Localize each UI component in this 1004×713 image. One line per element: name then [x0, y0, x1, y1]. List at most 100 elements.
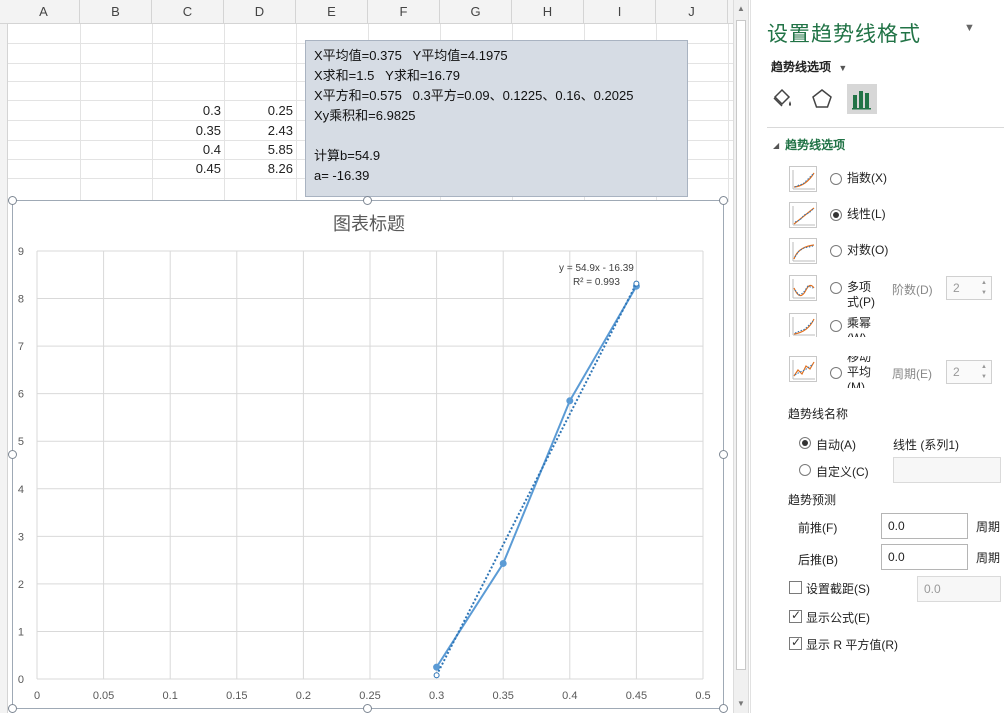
fill-line-tab[interactable] [767, 84, 797, 114]
text-line: 计算b=54.9 [314, 148, 381, 163]
option-power[interactable]: 乘幂(W) [789, 313, 1004, 337]
pane-options-chevron-icon[interactable]: ▼ [964, 22, 975, 34]
scroll-up-icon[interactable]: ▲ [734, 2, 748, 16]
radio-exponential[interactable] [830, 173, 842, 185]
logarithmic-trend-icon [789, 238, 817, 264]
radio-moving-average[interactable] [830, 367, 842, 379]
y-tick-label: 2 [18, 579, 24, 591]
cell-c2[interactable]: 0.35 [152, 121, 224, 141]
vertical-scrollbar[interactable]: ▲ ▼ [733, 0, 749, 713]
column-header-j[interactable]: J [656, 0, 728, 24]
radio-auto-name[interactable] [799, 437, 811, 449]
chart-plot-area[interactable]: 0 0.05 0.1 0.15 0.2 0.25 0.3 0.35 0.4 0.45 0.5 0 1 2 3… [13, 201, 725, 710]
option-moving-average[interactable]: 移动平均(M) 周期(E) 2 ▲ ▼ [789, 356, 1004, 388]
cell-d3[interactable]: 5.85 [224, 140, 296, 160]
resize-handle[interactable] [363, 196, 372, 205]
column-header-a[interactable]: A [8, 0, 80, 24]
resize-handle[interactable] [8, 450, 17, 459]
y-tick-label: 8 [18, 294, 24, 306]
resize-handle[interactable] [719, 196, 728, 205]
chevron-down-icon: ▼ [838, 63, 848, 73]
resize-handle[interactable] [719, 704, 728, 713]
text-line: X平方和=0.575 0.3平方=0.09、0.1225、0.16、0.2025 [314, 88, 634, 103]
cell-d1[interactable]: 0.25 [224, 101, 296, 121]
forecast-heading: 趋势预测 [788, 493, 837, 507]
trendline-r-squared-label[interactable]: R² = 0.993 [573, 277, 620, 288]
trendline-equation-label[interactable]: y = 54.9x - 16.39 [559, 263, 634, 274]
column-header-f[interactable]: F [368, 0, 440, 24]
auto-name-value: 线性 (系列1) [893, 438, 960, 452]
period-value: 2 [953, 365, 960, 379]
y-tick-label: 7 [18, 341, 24, 353]
column-header-d[interactable]: D [224, 0, 296, 24]
option-polynomial[interactable]: 多项式(P) 阶数(D) 2 ▲ ▼ [789, 275, 1004, 309]
row-header-strip[interactable] [0, 24, 8, 713]
linear-trend-icon [789, 202, 817, 228]
effects-tab[interactable] [807, 84, 837, 114]
x-tick-label: 0 [34, 690, 40, 702]
period-stepper[interactable]: 2 ▲ ▼ [946, 360, 992, 384]
column-header-e[interactable]: E [296, 0, 368, 24]
text-line: a= -16.39 [314, 168, 370, 183]
section-trendline-options[interactable]: ◢ 趋势线选项 [773, 136, 845, 153]
x-tick-label: 0.45 [626, 690, 647, 702]
cell-c1[interactable]: 0.3 [152, 101, 224, 121]
option-label: 线性(L) [847, 207, 886, 221]
x-tick-label: 0.25 [359, 690, 380, 702]
resize-handle[interactable] [8, 196, 17, 205]
linear-trendline[interactable] [435, 283, 638, 676]
spreadsheet[interactable]: A B C D E F G H I J 0.3 0.25 0.35 2.43 0… [0, 0, 733, 713]
forward-input[interactable]: 0.0 [881, 513, 968, 539]
text-line: Xy乘积和=6.9825 [314, 108, 416, 123]
y-tick-label: 6 [18, 389, 24, 401]
stepper-arrows-icon[interactable]: ▲ ▼ [981, 362, 989, 382]
trendline-options-tab[interactable] [847, 84, 877, 114]
stepper-arrows-icon[interactable]: ▲ ▼ [981, 278, 989, 298]
show-r-squared-checkbox[interactable] [789, 635, 802, 650]
option-label: 对数(O) [847, 243, 889, 257]
data-point[interactable] [499, 559, 507, 567]
show-equation-checkbox[interactable] [789, 608, 802, 623]
radio-linear[interactable] [830, 209, 842, 221]
power-trend-icon [789, 313, 817, 337]
custom-name-input[interactable] [893, 457, 1001, 483]
backward-input[interactable]: 0.0 [881, 544, 968, 570]
y-tick-label: 1 [18, 626, 24, 638]
cell-d2[interactable]: 2.43 [224, 121, 296, 141]
scroll-down-icon[interactable]: ▼ [734, 697, 748, 711]
column-header-c[interactable]: C [152, 0, 224, 24]
option-logarithmic[interactable]: 对数(O) [789, 238, 1004, 268]
cell-c4[interactable]: 0.45 [152, 159, 224, 179]
order-stepper[interactable]: 2 ▲ ▼ [946, 276, 992, 300]
cell-d4[interactable]: 8.26 [224, 159, 296, 179]
option-linear[interactable]: 线性(L) [789, 202, 1004, 232]
cell-c3[interactable]: 0.4 [152, 140, 224, 160]
radio-polynomial[interactable] [830, 282, 842, 294]
moving-average-trend-icon [789, 356, 817, 382]
radio-power[interactable] [830, 320, 842, 332]
trendline-options-dropdown[interactable]: 趋势线选项 ▼ [771, 58, 847, 75]
scatter-chart[interactable]: 图表标题 0 0.05 0.1 0.15 0.2 0.25 0.3 0.35 0.4 0.45 0.… [12, 200, 724, 709]
data-point[interactable] [433, 663, 441, 671]
option-exponential[interactable]: 指数(X) [789, 166, 1004, 196]
radio-logarithmic[interactable] [830, 245, 842, 257]
x-tick-label: 0.5 [695, 690, 710, 702]
scrollbar-thumb[interactable] [736, 20, 746, 670]
resize-handle[interactable] [363, 704, 372, 713]
data-point[interactable] [566, 397, 574, 405]
radio-custom-name[interactable] [799, 464, 811, 476]
column-header-b[interactable]: B [80, 0, 152, 24]
forward-unit: 周期 [976, 520, 1001, 534]
calculation-text-box[interactable]: X平均值=0.375 Y平均值=4.1975 X求和=1.5 Y求和=16.79… [305, 40, 688, 197]
resize-handle[interactable] [8, 704, 17, 713]
gridline [80, 24, 81, 202]
gridline [296, 24, 297, 202]
resize-handle[interactable] [719, 450, 728, 459]
column-header-g[interactable]: G [440, 0, 512, 24]
intercept-input[interactable]: 0.0 [917, 576, 1001, 602]
set-intercept-checkbox[interactable] [789, 581, 802, 594]
y-tick-label: 4 [18, 484, 24, 496]
column-header-i[interactable]: I [584, 0, 656, 24]
set-intercept-label: 设置截距(S) [806, 582, 870, 596]
column-header-h[interactable]: H [512, 0, 584, 24]
